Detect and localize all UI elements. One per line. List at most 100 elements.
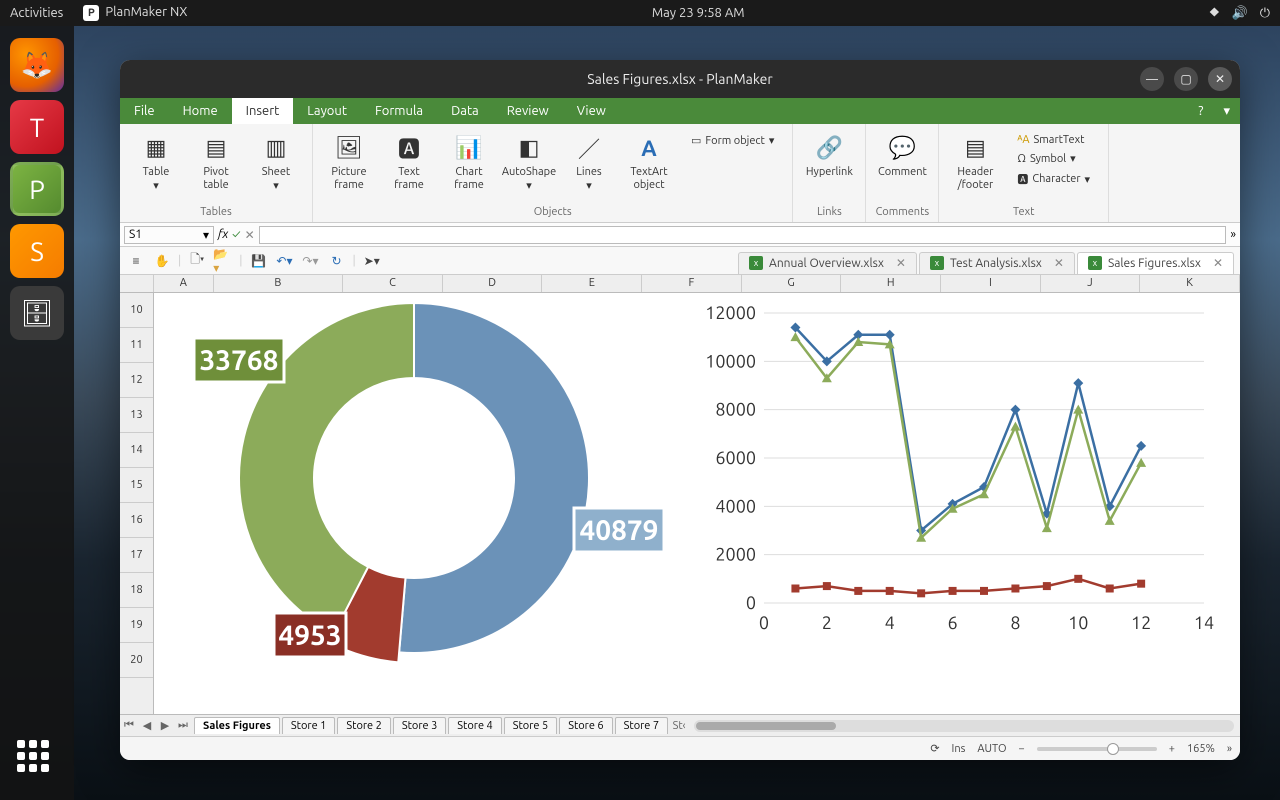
dock-textmaker[interactable]: T [10, 100, 64, 154]
dock-firefox[interactable]: 🦊 [10, 38, 64, 92]
row-header-12[interactable]: 12 [120, 363, 153, 398]
redo-icon[interactable]: ↷▾ [300, 251, 320, 271]
row-header-14[interactable]: 14 [120, 433, 153, 468]
row-header-16[interactable]: 16 [120, 503, 153, 538]
sheet-nav-first[interactable]: ⏮ [120, 719, 138, 732]
column-headers[interactable]: ABCDEFGHIJK [120, 275, 1240, 293]
zoom-in-button[interactable]: + [1169, 743, 1175, 755]
col-header-G[interactable]: G [742, 275, 842, 292]
dock-presentations[interactable]: S [10, 224, 64, 278]
menu-view[interactable]: View [563, 98, 620, 124]
menu-help-icon[interactable]: ? [1188, 98, 1213, 124]
formula-expand-icon[interactable]: » [1230, 228, 1236, 241]
new-file-icon[interactable]: 🗋▾ [187, 251, 207, 271]
maximize-button[interactable]: ▢ [1174, 67, 1198, 91]
menu-review[interactable]: Review [493, 98, 563, 124]
donut-chart[interactable]: 33768408794953 [154, 293, 674, 693]
formula-input[interactable] [259, 226, 1227, 244]
insert-mode[interactable]: Ins [952, 743, 966, 755]
col-header-I[interactable]: I [941, 275, 1041, 292]
sheet-nav-last[interactable]: ⏭ [174, 719, 192, 732]
menu-file[interactable]: File [120, 98, 169, 124]
hand-icon[interactable]: ✋ [152, 251, 172, 271]
col-header-J[interactable]: J [1041, 275, 1141, 292]
line-chart[interactable]: 02000400060008000100001200002468101214 [694, 293, 1224, 683]
ribbon-hyperlink[interactable]: 🔗Hyperlink [801, 128, 857, 204]
menu-insert[interactable]: Insert [232, 98, 294, 124]
activities-button[interactable]: Activities [10, 6, 63, 20]
sheet-tab[interactable]: Store 2 [337, 717, 390, 734]
volume-icon[interactable]: 🔊 [1232, 6, 1248, 21]
col-header-B[interactable]: B [214, 275, 344, 292]
titlebar[interactable]: Sales Figures.xlsx - PlanMaker — ▢ ✕ [120, 60, 1240, 98]
sheet-nav-prev[interactable]: ◀ [138, 719, 156, 732]
sheet-tab[interactable]: Store 3 [393, 717, 446, 734]
sheet-tab[interactable]: Store 6 [559, 717, 612, 734]
active-app-indicator[interactable]: PPlanMaker NX [83, 5, 187, 21]
ribbon-symbol[interactable]: ΩSymbol ▾ [1013, 150, 1094, 167]
ribbon-chart-frame[interactable]: 📊Chart frame [441, 128, 497, 204]
col-header-H[interactable]: H [841, 275, 941, 292]
fx-icon[interactable]: fx [218, 228, 228, 241]
col-header-A[interactable]: A [154, 275, 214, 292]
file-tab[interactable]: xTest Analysis.xlsx✕ [919, 252, 1075, 274]
dock-show-apps[interactable] [17, 740, 57, 780]
align-icon[interactable]: ≡ [126, 251, 146, 271]
status-expand-icon[interactable]: » [1227, 743, 1232, 755]
close-tab-icon[interactable]: ✕ [896, 256, 906, 270]
ribbon-smarttext[interactable]: ᴬASmartText [1013, 132, 1094, 148]
menu-dropdown-icon[interactable]: ▾ [1213, 98, 1240, 124]
menu-data[interactable]: Data [437, 98, 493, 124]
menu-layout[interactable]: Layout [293, 98, 361, 124]
ribbon-picture-frame[interactable]: 🖼Picture frame [321, 128, 377, 204]
row-header-19[interactable]: 19 [120, 608, 153, 643]
col-header-F[interactable]: F [642, 275, 742, 292]
ribbon-table[interactable]: ▦Table▾ [128, 128, 184, 204]
row-header-13[interactable]: 13 [120, 398, 153, 433]
col-header-E[interactable]: E [542, 275, 642, 292]
undo-icon[interactable]: ↶▾ [274, 251, 294, 271]
ribbon-form-object[interactable]: ▭Form object ▾ [687, 132, 778, 149]
power-icon[interactable]: ⏻ [1260, 6, 1270, 21]
sheet-nav-next[interactable]: ▶ [156, 719, 174, 732]
refresh-icon[interactable]: ↻ [326, 251, 346, 271]
horizontal-scrollbar[interactable] [694, 720, 1234, 732]
col-header-D[interactable]: D [443, 275, 543, 292]
ribbon-lines[interactable]: ／Lines▾ [561, 128, 617, 204]
close-button[interactable]: ✕ [1208, 67, 1232, 91]
row-headers[interactable]: 1011121314151617181920 [120, 293, 154, 714]
formula-cancel-icon[interactable]: ✕ [245, 228, 255, 242]
dock-files[interactable]: 🗄 [10, 286, 64, 340]
sheet-tab[interactable]: Sales Figures [194, 717, 280, 734]
ribbon-autoshape[interactable]: ◧AutoShape▾ [501, 128, 557, 204]
menu-formula[interactable]: Formula [361, 98, 437, 124]
sheet-tab-overflow[interactable]: St‹ [670, 720, 688, 732]
ribbon-sheet[interactable]: ▥Sheet▾ [248, 128, 304, 204]
col-header-K[interactable]: K [1140, 275, 1240, 292]
open-file-icon[interactable]: 📂▾ [213, 251, 233, 271]
ribbon-comment[interactable]: 💬Comment [874, 128, 930, 204]
row-header-10[interactable]: 10 [120, 293, 153, 328]
cell-reference-box[interactable]: S1▾ [124, 226, 214, 244]
ribbon-header-footer[interactable]: ▤Header /footer [947, 128, 1003, 204]
ribbon-character[interactable]: 🅰Character ▾ [1013, 169, 1094, 189]
sheet-tab[interactable]: Store 4 [448, 717, 501, 734]
sheet-tab[interactable]: Store 1 [282, 717, 335, 734]
close-tab-icon[interactable]: ✕ [1213, 256, 1223, 270]
minimize-button[interactable]: — [1140, 67, 1164, 91]
menu-home[interactable]: Home [169, 98, 232, 124]
sheet-tab[interactable]: Store 7 [615, 717, 668, 734]
close-tab-icon[interactable]: ✕ [1054, 256, 1064, 270]
network-icon[interactable]: ⯁ [1209, 6, 1219, 21]
row-header-20[interactable]: 20 [120, 643, 153, 678]
ribbon-textart[interactable]: ATextArt object [621, 128, 677, 204]
zoom-out-button[interactable]: − [1019, 743, 1025, 755]
col-header-C[interactable]: C [343, 275, 443, 292]
dock-planmaker[interactable]: P [10, 162, 64, 216]
save-icon[interactable]: 💾 [248, 251, 268, 271]
ribbon-text-frame[interactable]: 🅰Text frame [381, 128, 437, 204]
file-tab[interactable]: xSales Figures.xlsx✕ [1077, 252, 1234, 274]
formula-check-icon[interactable]: ✓ [232, 228, 240, 241]
zoom-level[interactable]: 165% [1187, 743, 1215, 755]
file-tab[interactable]: xAnnual Overview.xlsx✕ [738, 252, 917, 274]
